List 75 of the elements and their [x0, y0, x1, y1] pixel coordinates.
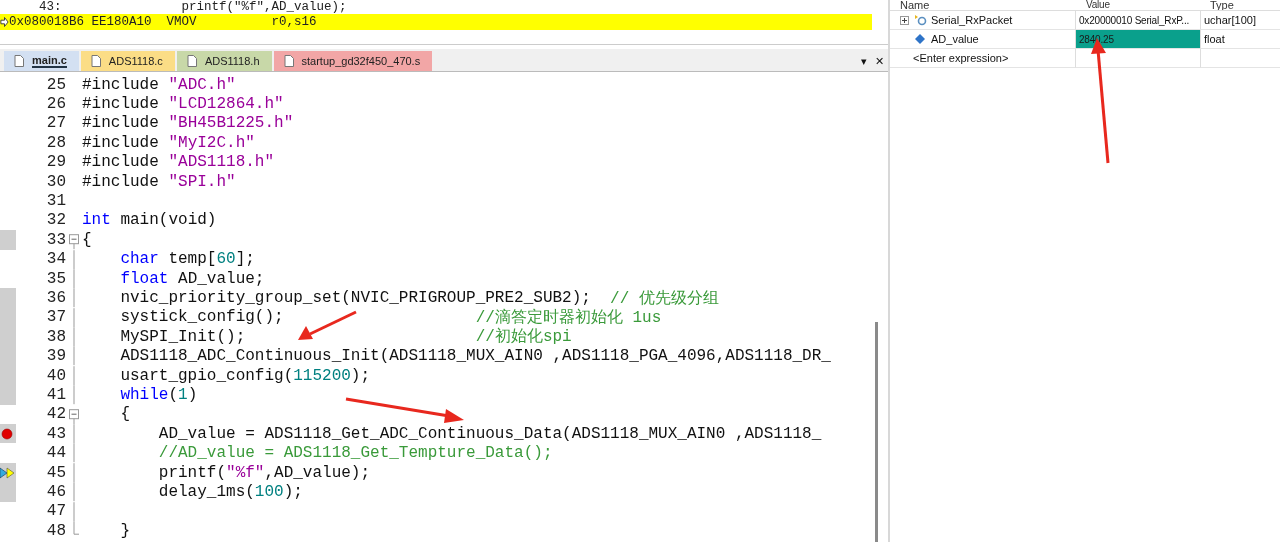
- line-number: 32: [45, 211, 66, 230]
- code-line: delay_1ms(100);: [157, 482, 303, 501]
- scrollbar[interactable]: [875, 322, 878, 542]
- code-line: }: [119, 521, 130, 540]
- file-tab[interactable]: ADS1118.c: [80, 51, 175, 71]
- annotation-arrow: [298, 310, 358, 342]
- line-number: 33: [45, 230, 66, 249]
- column-header[interactable]: Name: [890, 0, 1080, 10]
- struct-icon: [913, 14, 927, 26]
- code-line: {: [119, 405, 130, 424]
- file-tab[interactable]: main.c: [4, 51, 79, 71]
- code-line: float AD_value;: [119, 269, 265, 288]
- line-number: 38: [45, 327, 66, 346]
- code-line: MySPI_Init();: [119, 327, 246, 346]
- close-button[interactable]: ✕: [871, 51, 888, 71]
- code-line: #include "SPI.h": [82, 172, 236, 191]
- line-number: 42: [45, 405, 66, 424]
- line-number: 36: [45, 289, 66, 307]
- expand-toggle[interactable]: [900, 15, 909, 25]
- code-comment: // 优先级分组: [610, 288, 719, 309]
- variable-icon: [913, 33, 927, 45]
- file-icon: [186, 55, 197, 67]
- line-number: 26: [45, 95, 66, 114]
- line-number: 40: [45, 366, 66, 385]
- code-line: #include "ADC.h": [82, 75, 236, 94]
- breakpoint-icon[interactable]: [1, 427, 13, 440]
- code-line: ADS1118_ADC_Continuous_Init(ADS1118_MUX_AIN0 ,ADS1118_PGA_4096,ADS1118_DR_: [119, 347, 831, 366]
- code-line: #include "BH45B1225.h": [82, 114, 294, 133]
- line-number: 31: [45, 192, 66, 211]
- code-comment: //AD_value = ADS1118_Get_Tempture_Data();: [158, 444, 553, 463]
- line-number: 29: [45, 153, 66, 172]
- disassembly-line: 0x080018B6 EE180A10 VMOV r0,s16: [9, 15, 317, 29]
- file-icon: [14, 55, 24, 67]
- type-cell: uchar[100]: [1201, 11, 1280, 30]
- code-line: systick_config();: [119, 308, 284, 327]
- value-cell: 2840.25: [1076, 30, 1201, 49]
- code-line: while(1): [119, 385, 198, 404]
- line-number: 44: [45, 444, 66, 463]
- line-number: 45: [45, 463, 66, 482]
- tab-menu-button[interactable]: ▾: [857, 51, 871, 71]
- line-number: 35: [45, 269, 66, 288]
- line-number: 27: [45, 114, 66, 133]
- line-number: 28: [45, 133, 66, 152]
- file-icon: [90, 55, 101, 67]
- code-line: {: [82, 230, 92, 249]
- file-icon: [283, 55, 294, 67]
- line-number: 34: [45, 250, 66, 269]
- line-number: 25: [45, 75, 66, 94]
- code-line: #include "MyI2C.h": [82, 133, 255, 152]
- line-number: 41: [45, 385, 66, 404]
- line-number: 46: [45, 482, 66, 501]
- watch-name: Serial_RxPacket: [931, 14, 1013, 26]
- line-number: 30: [45, 172, 66, 191]
- column-header[interactable]: Value: [1080, 0, 1204, 10]
- line-number: 37: [45, 308, 66, 327]
- code-comment: //初始化spi: [475, 326, 572, 348]
- code-line: printf("%f",AD_value);: [157, 463, 371, 482]
- line-number: 48: [45, 521, 66, 540]
- expression-input[interactable]: <Enter expression>: [913, 52, 1009, 64]
- watch-name: AD_value: [931, 33, 979, 45]
- code-line: int main(void): [82, 211, 217, 230]
- disassembly-line: 43: printf("%f",AD_value);: [38, 0, 347, 14]
- line-number: 43: [45, 424, 66, 443]
- code-line: AD_value = ADS1118_Get_ADC_Continuous_Data(ADS1118_MUX_AIN0 ,ADS1118_: [157, 424, 822, 443]
- line-number: 47: [45, 502, 66, 521]
- type-cell: float: [1201, 30, 1280, 49]
- code-line: nvic_priority_group_set(NVIC_PRIGROUP_PRE2_SUB2);: [119, 289, 591, 307]
- line-number: 39: [45, 347, 66, 366]
- code-line: #include "LCD12864.h": [82, 95, 284, 114]
- file-tab[interactable]: startup_gd32f450_470.s: [273, 51, 433, 71]
- file-tab[interactable]: ADS1118.h: [176, 51, 272, 71]
- code-line: #include "ADS1118.h": [82, 153, 275, 172]
- code-line: char temp[60];: [119, 250, 255, 269]
- code-comment: //滴答定时器初始化 1us: [475, 307, 662, 327]
- code-line: usart_gpio_config(115200);: [119, 366, 371, 385]
